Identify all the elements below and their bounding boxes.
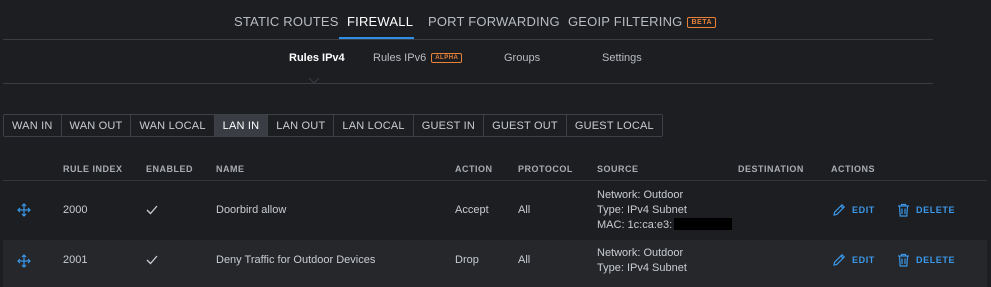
rule-index: 2001 <box>63 254 88 266</box>
source-type: Type: IPv4 Subnet <box>597 204 687 216</box>
tab-geoip-filtering[interactable]: GEOIP FILTERING BETA <box>568 14 717 29</box>
header-protocol[interactable]: PROTOCOL <box>518 164 573 174</box>
delete-button[interactable]: DELETE <box>897 203 955 217</box>
tab-port-forwarding[interactable]: PORT FORWARDING <box>428 14 560 29</box>
source-type: Type: IPv4 Subnet <box>597 262 687 274</box>
header-source[interactable]: SOURCE <box>597 164 639 174</box>
table-row: 2001 Deny Traffic for Outdoor Devices Dr… <box>3 240 987 287</box>
source-mac: MAC: 1c:ca:e3: <box>597 218 733 233</box>
chain-guest-in[interactable]: GUEST IN <box>413 115 485 136</box>
edit-label: EDIT <box>852 205 875 215</box>
delete-label: DELETE <box>916 205 956 215</box>
chain-lan-out[interactable]: LAN OUT <box>268 115 335 136</box>
delete-label: DELETE <box>916 255 956 265</box>
chain-wan-in[interactable]: WAN IN <box>4 115 62 136</box>
subtab-groups[interactable]: Groups <box>504 52 540 64</box>
subtab-rules-ipv4[interactable]: Rules IPv4 <box>289 52 345 64</box>
rule-action: Drop <box>455 254 479 266</box>
active-subtab-caret-icon <box>309 78 319 84</box>
header-enabled[interactable]: ENABLED <box>146 164 193 174</box>
alpha-badge: ALPHA <box>431 53 463 63</box>
firewall-page: STATIC ROUTES FIREWALL PORT FORWARDING G… <box>0 0 991 287</box>
redaction-box <box>674 218 733 230</box>
edit-label: EDIT <box>852 255 875 265</box>
edit-button[interactable]: EDIT <box>832 253 875 267</box>
rule-protocol: All <box>518 254 531 266</box>
source-network: Network: Outdoor <box>597 247 684 259</box>
table-row: 2000 Doorbird allow Accept All Network: … <box>3 181 987 240</box>
trash-icon <box>898 203 909 217</box>
trash-icon <box>898 253 909 267</box>
source-mac-label: MAC: 1c:ca:e3: <box>597 219 673 231</box>
header-name[interactable]: NAME <box>216 164 245 174</box>
rule-name: Deny Traffic for Outdoor Devices <box>216 254 376 266</box>
source-network: Network: Outdoor <box>597 189 684 201</box>
chain-wan-out[interactable]: WAN OUT <box>61 115 132 136</box>
rule-index: 2000 <box>63 204 88 216</box>
pencil-icon <box>833 203 846 216</box>
edit-button[interactable]: EDIT <box>832 203 875 217</box>
pencil-icon <box>833 253 846 266</box>
rule-action: Accept <box>455 204 489 216</box>
rule-source: Network: Outdoor Type: IPv4 Subnet <box>597 246 687 276</box>
subtab-divider <box>3 83 933 84</box>
tab-geoip-filtering-label: GEOIP FILTERING <box>568 14 683 29</box>
enabled-check-icon <box>146 255 158 265</box>
chain-lan-in[interactable]: LAN IN <box>214 115 269 136</box>
drag-handle-icon[interactable] <box>17 203 31 217</box>
header-destination[interactable]: DESTINATION <box>738 164 804 174</box>
rule-source: Network: Outdoor Type: IPv4 Subnet MAC: … <box>597 188 733 233</box>
subtab-rules-ipv6-label: Rules IPv6 <box>373 52 427 64</box>
chain-wan-local[interactable]: WAN LOCAL <box>131 115 215 136</box>
rule-name: Doorbird allow <box>216 204 287 216</box>
header-actions: ACTIONS <box>831 164 875 174</box>
tab-static-routes[interactable]: STATIC ROUTES <box>234 14 339 29</box>
chain-selector: WAN IN WAN OUT WAN LOCAL LAN IN LAN OUT … <box>3 114 663 137</box>
header-rule-index[interactable]: RULE INDEX <box>63 164 123 174</box>
drag-handle-icon[interactable] <box>17 254 31 268</box>
delete-button[interactable]: DELETE <box>897 253 955 267</box>
rule-protocol: All <box>518 204 531 216</box>
top-tab-bar: STATIC ROUTES FIREWALL PORT FORWARDING G… <box>0 0 991 40</box>
header-action[interactable]: ACTION <box>455 164 493 174</box>
top-divider <box>3 39 933 40</box>
beta-badge: BETA <box>687 17 717 28</box>
chain-guest-local[interactable]: GUEST LOCAL <box>566 115 662 136</box>
chain-guest-out[interactable]: GUEST OUT <box>484 115 567 136</box>
subtab-settings[interactable]: Settings <box>602 52 642 64</box>
enabled-check-icon <box>146 205 158 215</box>
subtab-rules-ipv6[interactable]: Rules IPv6 ALPHA <box>373 52 463 64</box>
chain-lan-local[interactable]: LAN LOCAL <box>334 115 414 136</box>
tab-firewall[interactable]: FIREWALL <box>347 14 413 29</box>
